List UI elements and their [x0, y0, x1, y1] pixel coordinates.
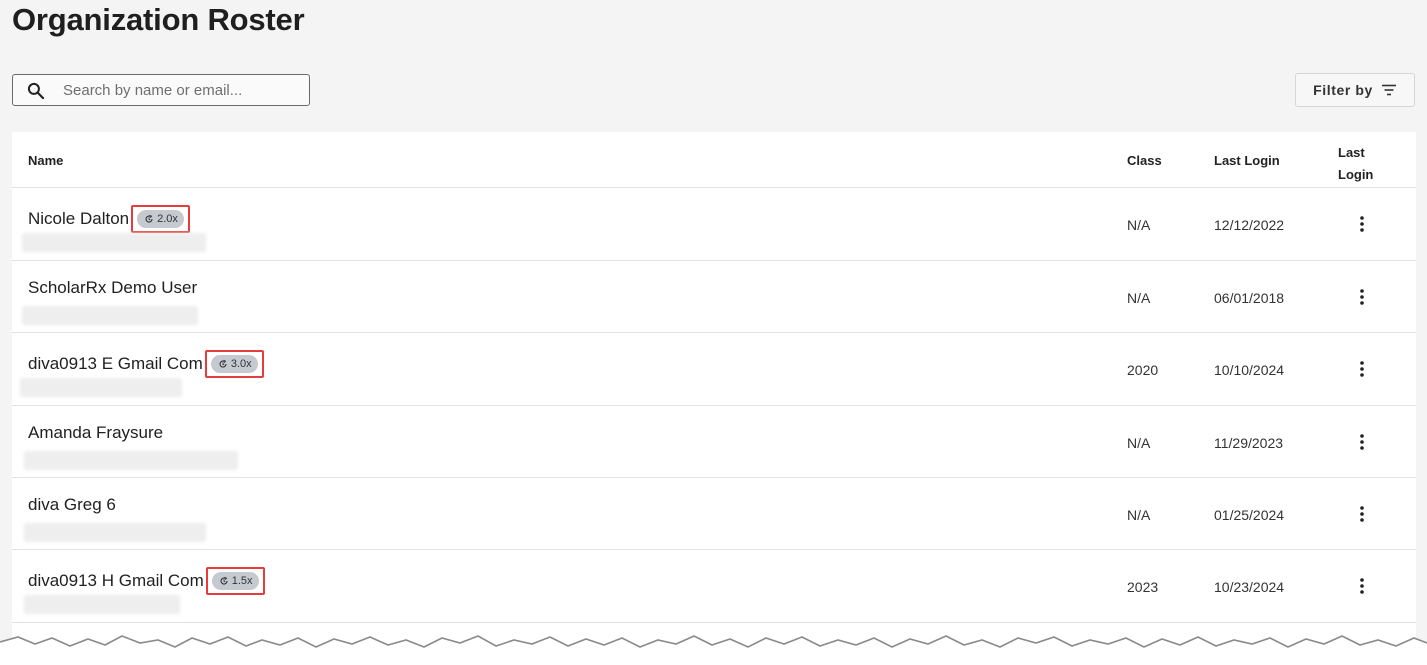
column-header-class[interactable]: Class	[1127, 153, 1162, 168]
more-vertical-icon	[1360, 289, 1364, 305]
badge-label: 2.0x	[157, 213, 178, 225]
class-cell: 2023	[1127, 579, 1159, 595]
refresh-clock-icon	[220, 576, 228, 585]
filter-button[interactable]: Filter by	[1295, 73, 1415, 107]
roster-table: Name Class Last Login Last Login Nicole …	[12, 132, 1416, 665]
class-cell: N/A	[1127, 435, 1151, 451]
user-name: Amanda Fraysure	[28, 423, 164, 442]
table-row[interactable]: diva Greg 6 N/A 01/25/2024	[12, 478, 1416, 550]
last-login-cell: 12/12/2022	[1214, 217, 1285, 233]
search-input[interactable]	[63, 75, 303, 105]
row-actions-button[interactable]	[1350, 357, 1374, 381]
table-row[interactable]: ScholarRx Demo User N/A 06/01/2018	[12, 261, 1416, 333]
multiplier-badge: 3.0x	[210, 355, 258, 373]
redacted-email	[24, 451, 238, 470]
badge-highlight: 1.5x	[205, 567, 265, 595]
more-vertical-icon	[1360, 361, 1364, 377]
refresh-clock-icon	[145, 214, 153, 223]
row-actions-button[interactable]	[1350, 574, 1374, 598]
redacted-email	[24, 523, 206, 542]
refresh-clock-icon	[219, 359, 227, 368]
class-cell: N/A	[1127, 290, 1151, 306]
last-login-cell: 10/10/2024	[1214, 362, 1285, 378]
user-name: diva0913 H Gmail Com	[28, 571, 204, 590]
user-name-cell: diva Greg 6	[28, 495, 116, 515]
multiplier-badge: 2.0x	[137, 210, 184, 228]
last-login-cell: 01/25/2024	[1214, 507, 1285, 523]
table-row[interactable]: Amanda Fraysure N/A 11/29/2023	[12, 406, 1416, 478]
page-title: Organization Roster	[12, 2, 305, 37]
column-header-actions[interactable]: Last Login	[1338, 142, 1378, 186]
last-login-cell: 06/01/2018	[1214, 290, 1285, 306]
torn-edge	[0, 635, 1427, 665]
table-row[interactable]: diva0913 H Gmail Com 1.5x 2023 10/23/202…	[12, 550, 1416, 623]
redacted-email	[24, 595, 180, 614]
more-vertical-icon	[1360, 506, 1364, 522]
badge-highlight: 2.0x	[131, 205, 190, 233]
search-icon	[27, 82, 45, 100]
last-login-cell: 10/23/2024	[1214, 579, 1285, 595]
column-header-last-login[interactable]: Last Login	[1214, 153, 1280, 168]
user-name: Nicole Dalton	[28, 209, 130, 228]
user-name: diva0913 E Gmail Com	[28, 354, 203, 373]
user-name-cell: Nicole Dalton 2.0x	[28, 205, 190, 233]
filter-button-label: Filter by	[1313, 82, 1373, 98]
user-name-cell: ScholarRx Demo User	[28, 278, 197, 298]
user-name-cell: Amanda Fraysure	[28, 423, 163, 443]
last-login-cell: 11/29/2023	[1214, 435, 1284, 451]
search-box[interactable]	[12, 74, 310, 106]
row-actions-button[interactable]	[1350, 285, 1374, 309]
filter-lines-icon	[1381, 84, 1396, 96]
redacted-email	[22, 233, 206, 252]
badge-highlight: 3.0x	[204, 350, 264, 378]
row-actions-button[interactable]	[1350, 212, 1374, 236]
class-cell: N/A	[1127, 217, 1151, 233]
class-cell: N/A	[1127, 507, 1151, 523]
more-vertical-icon	[1360, 216, 1364, 232]
more-vertical-icon	[1360, 434, 1364, 450]
user-name: ScholarRx Demo User	[28, 278, 198, 297]
user-name-cell: diva0913 E Gmail Com 3.0x	[28, 350, 264, 378]
table-row[interactable]: Nicole Dalton 2.0x N/A 12/12/2022	[12, 188, 1416, 261]
user-name-cell: diva0913 H Gmail Com 1.5x	[28, 567, 265, 595]
multiplier-badge: 1.5x	[211, 572, 259, 590]
more-vertical-icon	[1360, 578, 1364, 594]
table-header: Name Class Last Login Last Login	[12, 132, 1416, 188]
user-name: diva Greg 6	[28, 495, 116, 514]
badge-label: 1.5x	[231, 575, 253, 587]
table-row[interactable]: diva0913 E Gmail Com 3.0x 2020 10/10/202…	[12, 333, 1416, 406]
row-actions-button[interactable]	[1350, 430, 1374, 454]
badge-label: 3.0x	[230, 358, 252, 370]
column-header-name[interactable]: Name	[28, 153, 63, 168]
row-actions-button[interactable]	[1350, 502, 1374, 526]
redacted-email	[20, 378, 182, 397]
redacted-email	[22, 306, 198, 325]
class-cell: 2020	[1127, 362, 1159, 378]
